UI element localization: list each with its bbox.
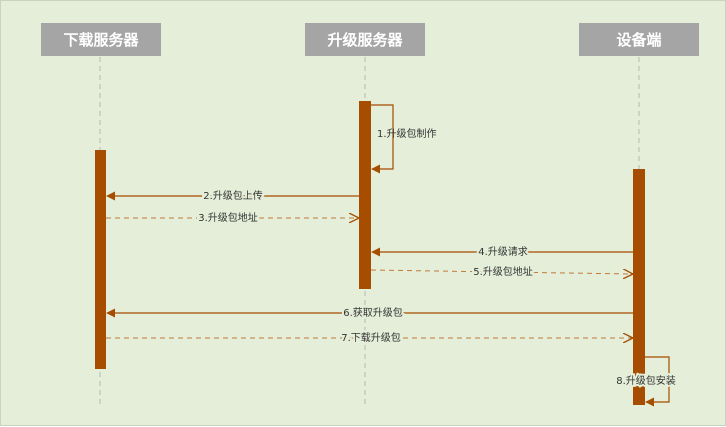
diagram-canvas: 1.升级包制作 2.升级包上传 3.升级包地址 4.升级请求 5.升级包地址 6… (95, 57, 678, 407)
message-8-label: 8.升级包安装 (616, 374, 676, 387)
message-3-label: 3.升级包地址 (198, 211, 258, 224)
message-7-label: 7.下载升级包 (341, 331, 401, 344)
sequence-diagram: 下载服务器 升级服务器 设备端 1.升级包制作 2.升级包上传 3.升级包地址 (0, 0, 726, 426)
message-6-label: 6.获取升级包 (343, 306, 403, 319)
message-4-label: 4.升级请求 (478, 245, 528, 258)
message-5-label: 5.升级包地址 (473, 265, 533, 278)
activation-upgrade-server (359, 101, 371, 289)
message-2-label: 2.升级包上传 (203, 189, 263, 202)
activation-device (633, 169, 645, 405)
activation-download-server (95, 150, 106, 369)
message-1-label: 1.升级包制作 (377, 127, 437, 140)
